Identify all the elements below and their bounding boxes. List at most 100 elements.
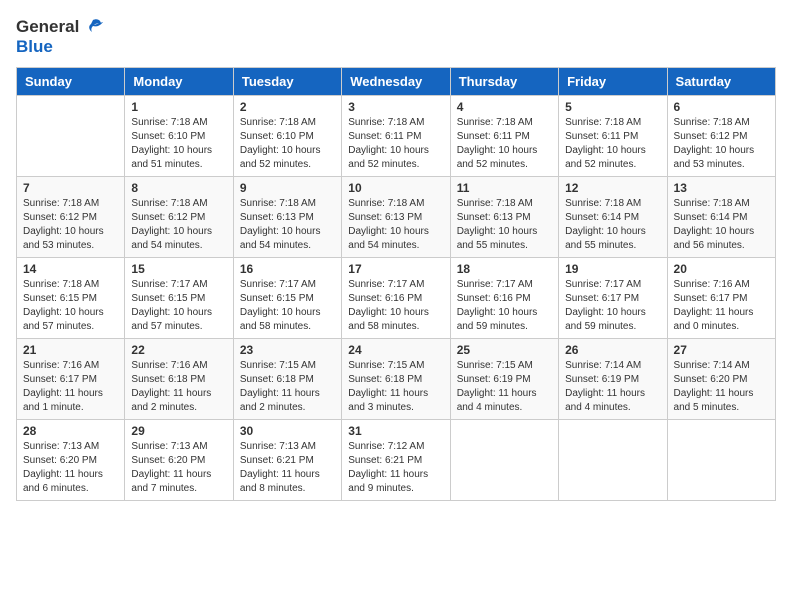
day-number: 11 bbox=[457, 181, 552, 195]
calendar-cell: 27 Sunrise: 7:14 AMSunset: 6:20 PMDayligh… bbox=[667, 338, 775, 419]
calendar-week-row: 7 Sunrise: 7:18 AMSunset: 6:12 PMDaylight… bbox=[17, 176, 776, 257]
day-number: 27 bbox=[674, 343, 769, 357]
day-number: 20 bbox=[674, 262, 769, 276]
calendar-cell: 4 Sunrise: 7:18 AMSunset: 6:11 PMDaylight… bbox=[450, 95, 558, 176]
day-info: Sunrise: 7:18 AMSunset: 6:11 PMDaylight:… bbox=[457, 117, 538, 170]
day-info: Sunrise: 7:18 AMSunset: 6:13 PMDaylight:… bbox=[348, 198, 429, 251]
day-number: 14 bbox=[23, 262, 118, 276]
day-number: 6 bbox=[674, 100, 769, 114]
weekday-header-row: SundayMondayTuesdayWednesdayThursdayFrid… bbox=[17, 67, 776, 95]
day-info: Sunrise: 7:18 AMSunset: 6:12 PMDaylight:… bbox=[674, 117, 755, 170]
logo-general: General bbox=[16, 18, 79, 37]
weekday-header-monday: Monday bbox=[125, 67, 233, 95]
day-number: 7 bbox=[23, 181, 118, 195]
day-info: Sunrise: 7:13 AMSunset: 6:20 PMDaylight:… bbox=[23, 441, 103, 494]
day-info: Sunrise: 7:14 AMSunset: 6:19 PMDaylight:… bbox=[565, 360, 645, 413]
calendar-cell: 12Sunrise: 7:18 AMSunset: 6:14 PMDayligh… bbox=[559, 176, 667, 257]
page-header: General Blue bbox=[16, 16, 776, 57]
day-number: 29 bbox=[131, 424, 226, 438]
day-number: 1 bbox=[131, 100, 226, 114]
calendar-cell: 5 Sunrise: 7:18 AMSunset: 6:11 PMDaylight… bbox=[559, 95, 667, 176]
day-number: 5 bbox=[565, 100, 660, 114]
calendar-cell bbox=[17, 95, 125, 176]
day-number: 22 bbox=[131, 343, 226, 357]
day-info: Sunrise: 7:18 AMSunset: 6:14 PMDaylight:… bbox=[674, 198, 755, 251]
day-number: 26 bbox=[565, 343, 660, 357]
day-number: 25 bbox=[457, 343, 552, 357]
calendar-week-row: 1 Sunrise: 7:18 AMSunset: 6:10 PMDaylight… bbox=[17, 95, 776, 176]
day-number: 19 bbox=[565, 262, 660, 276]
calendar-cell: 20 Sunrise: 7:16 AMSunset: 6:17 PMDayligh… bbox=[667, 257, 775, 338]
day-number: 30 bbox=[240, 424, 335, 438]
day-info: Sunrise: 7:16 AMSunset: 6:17 PMDaylight:… bbox=[23, 360, 103, 413]
weekday-header-tuesday: Tuesday bbox=[233, 67, 341, 95]
day-number: 18 bbox=[457, 262, 552, 276]
day-number: 23 bbox=[240, 343, 335, 357]
day-number: 28 bbox=[23, 424, 118, 438]
day-number: 9 bbox=[240, 181, 335, 195]
day-info: Sunrise: 7:15 AMSunset: 6:18 PMDaylight:… bbox=[240, 360, 320, 413]
calendar-cell bbox=[667, 419, 775, 500]
weekday-header-wednesday: Wednesday bbox=[342, 67, 450, 95]
logo-bird-icon bbox=[81, 16, 103, 38]
day-info: Sunrise: 7:18 AMSunset: 6:14 PMDaylight:… bbox=[565, 198, 646, 251]
calendar-cell: 25 Sunrise: 7:15 AMSunset: 6:19 PMDayligh… bbox=[450, 338, 558, 419]
day-number: 16 bbox=[240, 262, 335, 276]
day-number: 31 bbox=[348, 424, 443, 438]
day-number: 15 bbox=[131, 262, 226, 276]
day-info: Sunrise: 7:17 AMSunset: 6:17 PMDaylight:… bbox=[565, 279, 646, 332]
logo-blue: Blue bbox=[16, 38, 53, 57]
calendar-week-row: 21 Sunrise: 7:16 AMSunset: 6:17 PMDayligh… bbox=[17, 338, 776, 419]
day-number: 10 bbox=[348, 181, 443, 195]
day-info: Sunrise: 7:17 AMSunset: 6:15 PMDaylight:… bbox=[240, 279, 321, 332]
day-number: 13 bbox=[674, 181, 769, 195]
calendar-cell: 9 Sunrise: 7:18 AMSunset: 6:13 PMDaylight… bbox=[233, 176, 341, 257]
day-number: 17 bbox=[348, 262, 443, 276]
calendar-cell: 30Sunrise: 7:13 AMSunset: 6:21 PMDayligh… bbox=[233, 419, 341, 500]
day-info: Sunrise: 7:17 AMSunset: 6:15 PMDaylight:… bbox=[131, 279, 212, 332]
day-info: Sunrise: 7:16 AMSunset: 6:17 PMDaylight:… bbox=[674, 279, 754, 332]
calendar-cell: 16 Sunrise: 7:17 AMSunset: 6:15 PMDayligh… bbox=[233, 257, 341, 338]
calendar-cell: 26 Sunrise: 7:14 AMSunset: 6:19 PMDayligh… bbox=[559, 338, 667, 419]
calendar-cell: 18 Sunrise: 7:17 AMSunset: 6:16 PMDayligh… bbox=[450, 257, 558, 338]
day-info: Sunrise: 7:18 AMSunset: 6:10 PMDaylight:… bbox=[240, 117, 321, 170]
day-info: Sunrise: 7:17 AMSunset: 6:16 PMDaylight:… bbox=[457, 279, 538, 332]
day-info: Sunrise: 7:18 AMSunset: 6:15 PMDaylight:… bbox=[23, 279, 104, 332]
day-number: 3 bbox=[348, 100, 443, 114]
calendar-cell: 19 Sunrise: 7:17 AMSunset: 6:17 PMDayligh… bbox=[559, 257, 667, 338]
day-info: Sunrise: 7:18 AMSunset: 6:13 PMDaylight:… bbox=[240, 198, 321, 251]
calendar-cell: 29 Sunrise: 7:13 AMSunset: 6:20 PMDayligh… bbox=[125, 419, 233, 500]
calendar-table: SundayMondayTuesdayWednesdayThursdayFrid… bbox=[16, 67, 776, 501]
day-info: Sunrise: 7:17 AMSunset: 6:16 PMDaylight:… bbox=[348, 279, 429, 332]
day-info: Sunrise: 7:14 AMSunset: 6:20 PMDaylight:… bbox=[674, 360, 754, 413]
day-info: Sunrise: 7:18 AMSunset: 6:12 PMDaylight:… bbox=[23, 198, 104, 251]
calendar-cell: 10 Sunrise: 7:18 AMSunset: 6:13 PMDayligh… bbox=[342, 176, 450, 257]
weekday-header-saturday: Saturday bbox=[667, 67, 775, 95]
calendar-cell: 28 Sunrise: 7:13 AMSunset: 6:20 PMDayligh… bbox=[17, 419, 125, 500]
calendar-cell: 24Sunrise: 7:15 AMSunset: 6:18 PMDayligh… bbox=[342, 338, 450, 419]
day-number: 21 bbox=[23, 343, 118, 357]
calendar-cell: 23 Sunrise: 7:15 AMSunset: 6:18 PMDayligh… bbox=[233, 338, 341, 419]
calendar-week-row: 14 Sunrise: 7:18 AMSunset: 6:15 PMDayligh… bbox=[17, 257, 776, 338]
calendar-cell: 2Sunrise: 7:18 AMSunset: 6:10 PMDaylight… bbox=[233, 95, 341, 176]
calendar-cell: 7 Sunrise: 7:18 AMSunset: 6:12 PMDaylight… bbox=[17, 176, 125, 257]
day-number: 4 bbox=[457, 100, 552, 114]
calendar-cell: 13 Sunrise: 7:18 AMSunset: 6:14 PMDayligh… bbox=[667, 176, 775, 257]
calendar-cell: 17 Sunrise: 7:17 AMSunset: 6:16 PMDayligh… bbox=[342, 257, 450, 338]
day-info: Sunrise: 7:18 AMSunset: 6:11 PMDaylight:… bbox=[565, 117, 646, 170]
weekday-header-sunday: Sunday bbox=[17, 67, 125, 95]
calendar-cell: 8Sunrise: 7:18 AMSunset: 6:12 PMDaylight… bbox=[125, 176, 233, 257]
day-number: 8 bbox=[131, 181, 226, 195]
calendar-week-row: 28 Sunrise: 7:13 AMSunset: 6:20 PMDayligh… bbox=[17, 419, 776, 500]
day-info: Sunrise: 7:13 AMSunset: 6:20 PMDaylight:… bbox=[131, 441, 211, 494]
calendar-cell: 1Sunrise: 7:18 AMSunset: 6:10 PMDaylight… bbox=[125, 95, 233, 176]
day-info: Sunrise: 7:18 AMSunset: 6:13 PMDaylight:… bbox=[457, 198, 538, 251]
calendar-cell: 22Sunrise: 7:16 AMSunset: 6:18 PMDayligh… bbox=[125, 338, 233, 419]
logo: General Blue bbox=[16, 16, 103, 57]
calendar-cell: 3Sunrise: 7:18 AMSunset: 6:11 PMDaylight… bbox=[342, 95, 450, 176]
day-info: Sunrise: 7:15 AMSunset: 6:19 PMDaylight:… bbox=[457, 360, 537, 413]
calendar-cell: 31Sunrise: 7:12 AMSunset: 6:21 PMDayligh… bbox=[342, 419, 450, 500]
calendar-cell bbox=[559, 419, 667, 500]
calendar-cell: 6 Sunrise: 7:18 AMSunset: 6:12 PMDaylight… bbox=[667, 95, 775, 176]
day-info: Sunrise: 7:15 AMSunset: 6:18 PMDaylight:… bbox=[348, 360, 428, 413]
